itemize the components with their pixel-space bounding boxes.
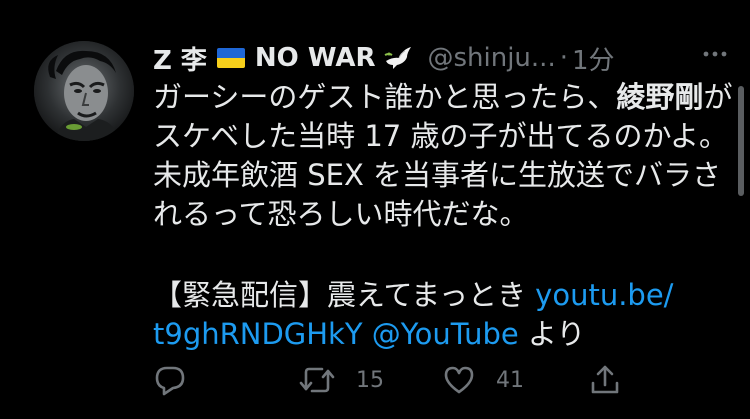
tweet-line: t9ghRNDGHkY @YouTube より [153, 315, 733, 354]
youtube-link[interactable]: youtu.be/ [535, 278, 673, 312]
youtube-link-continued[interactable]: t9ghRNDGHkY @YouTube [153, 317, 519, 351]
text-segment: 未成年飲酒 SEX を当事者に生放送でバラさ [153, 158, 722, 192]
share-icon [591, 365, 619, 394]
display-name-suffix: NO WAR [254, 43, 376, 73]
display-name-prefix: Z 李 [153, 45, 207, 76]
retweet-button[interactable]: 15 [298, 363, 384, 397]
mentioned-name: 綾野剛 [616, 80, 704, 114]
tweet-header: Z 李 NO WAR @shinju... · 1分 [153, 40, 615, 76]
retweet-icon [299, 367, 335, 393]
display-name[interactable]: Z 李 NO WAR [153, 40, 413, 77]
text-segment: ガーシーのゲスト誰かと思ったら、 [153, 80, 617, 114]
text-segment: スケベした当時 17 歳の子が出てるのかよ。 [153, 119, 729, 153]
heart-icon [444, 366, 474, 394]
ukraine-flag-icon [216, 48, 245, 68]
separator-dot: · [559, 43, 568, 73]
reply-button[interactable] [153, 363, 187, 397]
more-options-icon[interactable] [700, 44, 730, 64]
tweet-line: れるって恐ろしい時代だな。 [153, 195, 733, 234]
user-handle[interactable]: @shinju... [427, 43, 555, 73]
like-count: 41 [496, 367, 524, 393]
tweet-line: スケベした当時 17 歳の子が出てるのかよ。 [153, 117, 733, 156]
avatar-image [34, 41, 134, 141]
share-button[interactable] [588, 363, 622, 397]
tweet-line: ガーシーのゲスト誰かと思ったら、綾野剛が [153, 78, 733, 117]
dove-icon [383, 43, 413, 73]
tweet-line: 【緊急配信】震えてまっとき youtu.be/ [153, 276, 733, 315]
action-bar: 15 41 [0, 363, 750, 397]
avatar[interactable] [34, 41, 134, 141]
retweet-count: 15 [356, 367, 384, 393]
reply-icon [155, 366, 185, 396]
tweet[interactable]: Z 李 NO WAR @shinju... · 1分 ガーシーのゲスト誰かと思っ… [0, 0, 750, 419]
like-button[interactable]: 41 [442, 363, 524, 397]
text-segment: 【緊急配信】震えてまっとき [153, 278, 536, 312]
tweet-timestamp[interactable]: 1分 [572, 40, 615, 77]
tweet-text: ガーシーのゲスト誰かと思ったら、綾野剛が スケベした当時 17 歳の子が出てるの… [153, 78, 733, 354]
tweet-line: 未成年飲酒 SEX を当事者に生放送でバラさ [153, 156, 733, 195]
text-segment: より [518, 317, 586, 351]
scrollbar[interactable] [738, 86, 744, 196]
text-segment: れるって恐ろしい時代だな。 [153, 197, 529, 231]
text-segment: が [703, 80, 733, 114]
